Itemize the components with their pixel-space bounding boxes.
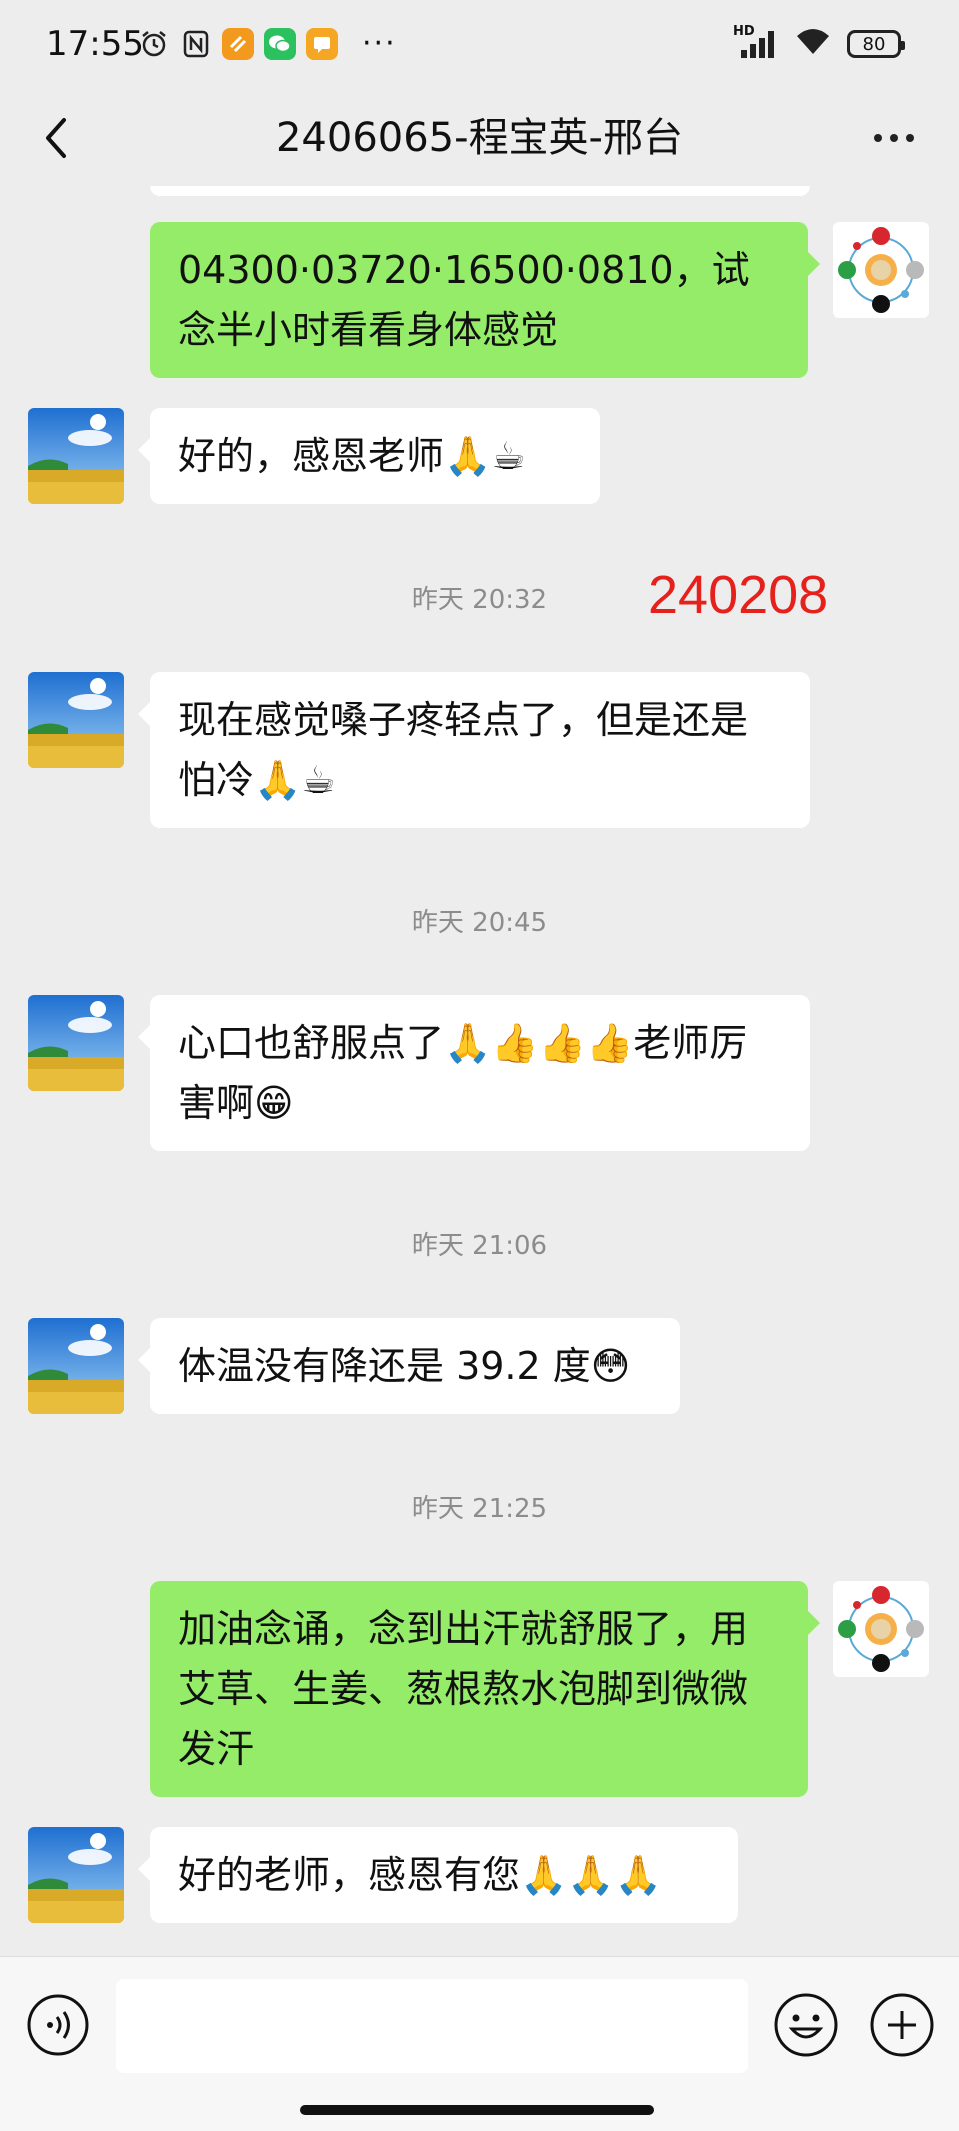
message-input[interactable] bbox=[116, 1979, 748, 2073]
landscape-avatar-icon bbox=[28, 995, 124, 1091]
more-button[interactable] bbox=[859, 108, 929, 168]
app-icon bbox=[222, 27, 254, 60]
timestamp: 昨天 21:25 bbox=[411, 1494, 548, 1524]
plus-icon bbox=[870, 1993, 934, 2057]
timestamp: 昨天 21:06 bbox=[411, 1231, 548, 1261]
chat-title: 2406065-程宝英-邢台 bbox=[275, 115, 683, 161]
my-avatar[interactable] bbox=[833, 1581, 929, 1677]
more-icon-dot bbox=[890, 134, 898, 142]
incoming-message-bubble[interactable]: 体温没有降还是 39.2 度😳 bbox=[138, 1318, 680, 1414]
contact-avatar[interactable] bbox=[28, 408, 124, 504]
back-icon bbox=[46, 118, 66, 158]
landscape-avatar-icon bbox=[28, 672, 124, 768]
incoming-message-bubble[interactable]: 现在感觉嗓子疼轻点了，但是还是怕冷🙏☕ bbox=[138, 672, 810, 828]
message-bubble-partial bbox=[150, 186, 810, 196]
timestamp: 昨天 20:45 bbox=[411, 908, 548, 938]
alarm-icon bbox=[138, 28, 170, 60]
contact-avatar[interactable] bbox=[28, 1827, 124, 1923]
plus-button[interactable] bbox=[868, 1991, 936, 2059]
nfc-icon bbox=[180, 28, 212, 60]
landscape-avatar-icon bbox=[28, 1318, 124, 1414]
outgoing-message-bubble[interactable]: 加油念诵，念到出汗就舒服了，用艾草、生姜、葱根熬水泡脚到微微发汗 bbox=[150, 1581, 820, 1797]
voice-button[interactable] bbox=[26, 1993, 90, 2057]
voice-icon bbox=[27, 1994, 89, 2056]
wifi-icon bbox=[793, 26, 833, 62]
more-icon-dot bbox=[906, 134, 914, 142]
emoji-icon bbox=[774, 1993, 838, 2057]
signal-icon: HD bbox=[733, 24, 779, 60]
landscape-avatar-icon bbox=[28, 1827, 124, 1923]
status-more: ··· bbox=[362, 26, 397, 61]
back-button[interactable] bbox=[30, 108, 90, 168]
status-bar: 17:55 ··· HD 80 bbox=[0, 0, 959, 90]
status-time: 17:55 bbox=[46, 24, 144, 64]
emoji-button[interactable] bbox=[772, 1991, 840, 2059]
incoming-message-bubble[interactable]: 好的老师，感恩有您🙏🙏🙏 bbox=[138, 1827, 738, 1923]
message-app-icon bbox=[306, 27, 338, 60]
incoming-message-bubble[interactable]: 好的，感恩老师🙏☕ bbox=[138, 408, 600, 504]
outgoing-message-bubble[interactable]: 04300·03720·16500·0810，试念半小时看看身体感觉 bbox=[150, 222, 820, 378]
home-indicator[interactable] bbox=[300, 2105, 654, 2115]
input-bar bbox=[0, 1956, 959, 2131]
wechat-icon bbox=[264, 27, 296, 60]
chat-area[interactable]: 04300·03720·16500·0810，试念半小时看看身体感觉 好的，感恩… bbox=[0, 186, 959, 1956]
annotation-label: 240208 bbox=[648, 565, 829, 625]
landscape-avatar-icon bbox=[28, 408, 124, 504]
status-right-icons: HD 80 bbox=[733, 24, 905, 62]
battery-icon: 80 bbox=[847, 30, 905, 58]
contact-avatar[interactable] bbox=[28, 1318, 124, 1414]
incoming-message-bubble[interactable]: 心口也舒服点了🙏👍👍👍老师厉害啊😁 bbox=[138, 995, 810, 1151]
more-icon-dot bbox=[874, 134, 882, 142]
battery-level: 80 bbox=[862, 33, 886, 55]
contact-avatar[interactable] bbox=[28, 672, 124, 768]
my-avatar[interactable] bbox=[833, 222, 929, 318]
teacher-logo-icon bbox=[838, 227, 924, 313]
status-left-icons: ··· bbox=[138, 26, 397, 61]
teacher-logo-icon bbox=[838, 1586, 924, 1672]
chat-header: 2406065-程宝英-邢台 bbox=[0, 90, 959, 186]
contact-avatar[interactable] bbox=[28, 995, 124, 1091]
